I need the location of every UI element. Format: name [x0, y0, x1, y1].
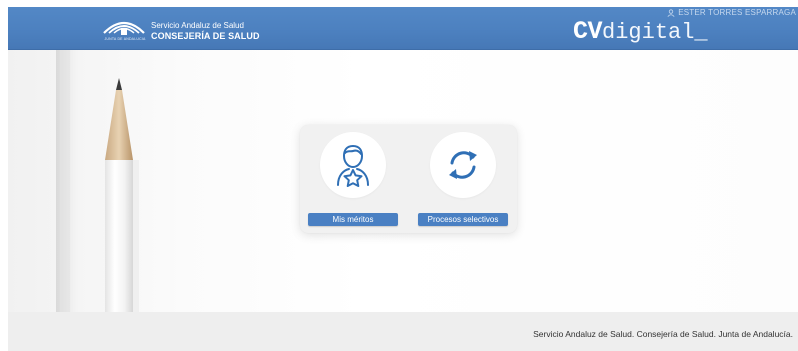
user-icon [667, 8, 675, 17]
refresh-cycle-icon [449, 151, 477, 179]
footer-text: Servicio Andaluz de Salud. Consejería de… [533, 329, 793, 339]
mis-meritos-button[interactable]: Mis méritos [308, 213, 398, 226]
cv-logo-light: digital_ [602, 20, 708, 45]
app-header: JUNTA DE ANDALUCIA Servicio Andaluz de S… [8, 7, 798, 50]
left-margin [0, 0, 8, 351]
brand-service-name: Servicio Andaluz de Salud [151, 21, 244, 30]
procesos-selectivos-button[interactable]: Procesos selectivos [418, 213, 508, 226]
user-menu[interactable]: ESTER TORRES ESPARRAGA [667, 8, 796, 17]
cv-digital-logo: CVdigital_ [573, 19, 708, 44]
page-footer: Servicio Andaluz de Salud. Consejería de… [8, 312, 798, 351]
pencil-decoration [8, 50, 163, 312]
user-name-label: ESTER TORRES ESPARRAGA [678, 8, 796, 17]
procesos-selectivos-tile[interactable] [430, 132, 496, 198]
cv-logo-bold: CV [573, 17, 603, 46]
user-star-icon [337, 145, 369, 187]
brand-ministry-name: CONSEJERÍA DE SALUD [151, 31, 260, 41]
brand-logo-block[interactable]: JUNTA DE ANDALUCIA Servicio Andaluz de S… [100, 11, 270, 47]
brand-logo-caption: JUNTA DE ANDALUCIA [104, 37, 146, 41]
mis-meritos-tile[interactable] [320, 132, 386, 198]
